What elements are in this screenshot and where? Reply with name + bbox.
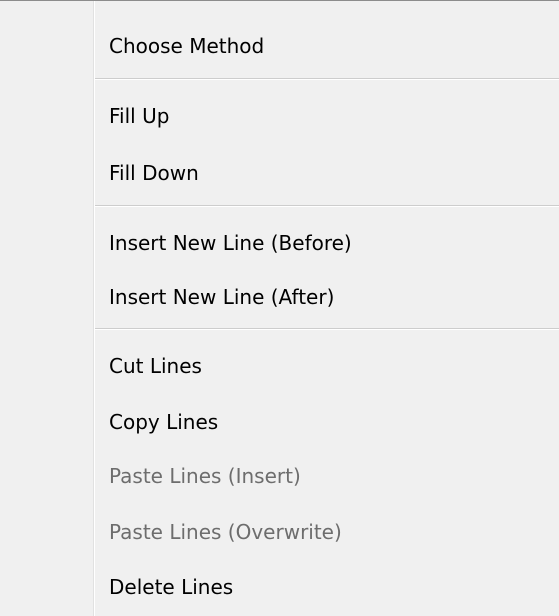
menu-item-insert-new-line-before[interactable]: Insert New Line (Before) [95,223,559,263]
menu-item-delete-lines[interactable]: Delete Lines [95,567,559,607]
context-menu: Choose Method Fill Up Fill Down Insert N… [0,0,559,616]
menu-separator [95,78,559,80]
menu-item-fill-down[interactable]: Fill Down [95,153,559,193]
menu-item-paste-lines-overwrite: Paste Lines (Overwrite) [109,520,342,544]
menu-item-fill-up[interactable]: Fill Up [95,96,559,136]
menu-item-copy-lines[interactable]: Copy Lines [95,402,559,442]
menu-item-paste-lines-insert: Paste Lines (Insert) [109,464,301,488]
menu-separator [95,205,559,207]
menu-item-insert-new-line-after[interactable]: Insert New Line (After) [95,277,559,317]
menu-item-choose-method[interactable]: Choose Method [95,26,559,66]
menu-item-cut-lines[interactable]: Cut Lines [95,346,559,386]
menu-separator [95,328,559,330]
